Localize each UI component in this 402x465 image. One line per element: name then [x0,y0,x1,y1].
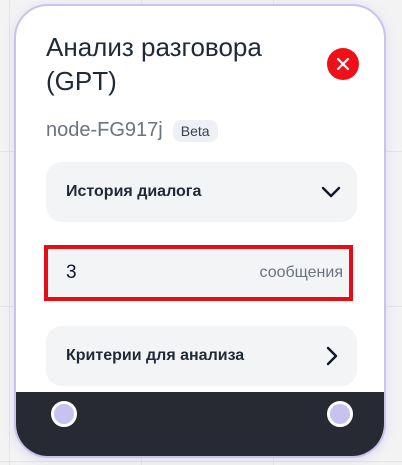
output-handle[interactable] [327,401,353,427]
input-handle[interactable] [51,401,77,427]
history-label: История диалога [66,183,202,200]
message-count-input[interactable] [66,262,186,284]
node-id-row: node-FG917j Beta [46,119,218,142]
node-title: Анализ разговора (GPT) [46,32,262,96]
node-id: node-FG917j [46,119,163,141]
node-footer [16,392,384,456]
chevron-right-icon [326,346,338,366]
message-count-unit: сообщения [259,264,343,281]
beta-badge: Beta [172,119,218,142]
close-button[interactable] [327,48,359,80]
criteria-label: Критерии для анализа [66,347,245,364]
history-dropdown[interactable]: История диалога [46,162,357,222]
close-icon [336,57,350,71]
criteria-section[interactable]: Критерии для анализа [46,326,357,386]
message-count-field[interactable]: сообщения [44,245,353,301]
node-card[interactable]: Анализ разговора (GPT) node-FG917j Beta … [14,4,386,458]
chevron-down-icon [321,186,341,198]
